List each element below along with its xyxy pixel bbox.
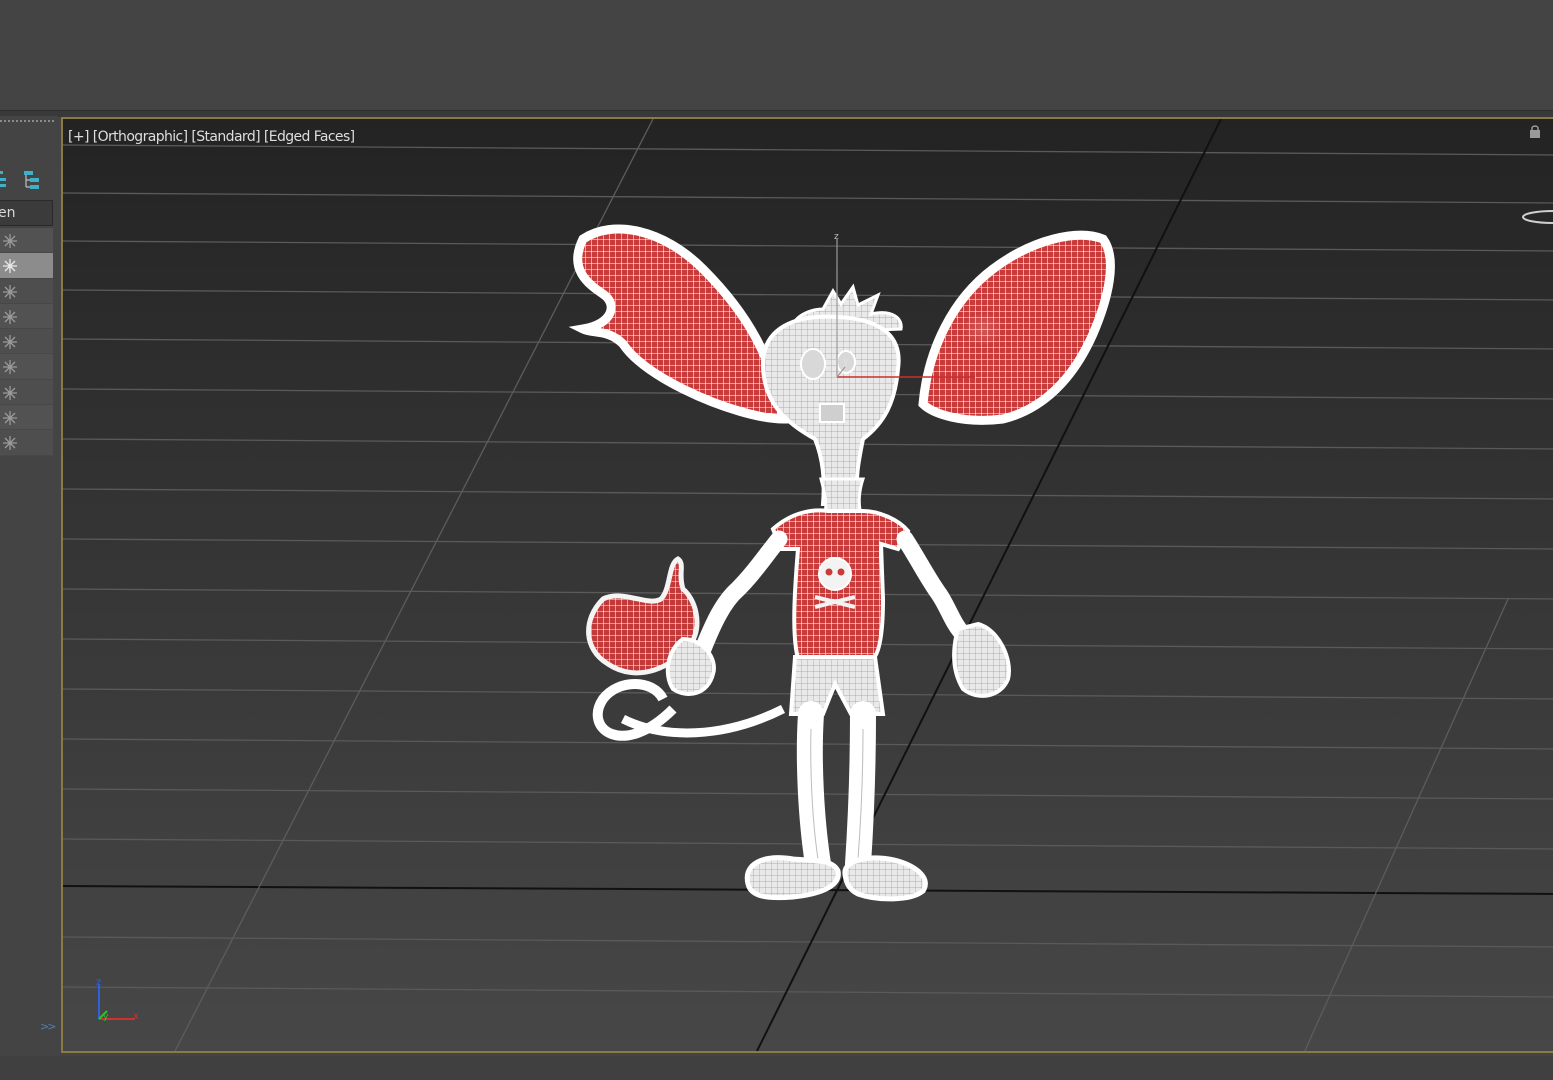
list-item[interactable] <box>0 278 53 304</box>
column-header[interactable]: en <box>0 200 53 226</box>
gizmo-z-label: z <box>834 232 839 242</box>
status-strip <box>0 1056 1553 1080</box>
gizmo-y-label: y <box>843 356 849 367</box>
list-item[interactable] <box>0 430 53 456</box>
list-item[interactable] <box>0 379 53 406</box>
snowflake-icon[interactable] <box>2 284 18 300</box>
tripod-z-label: z <box>96 977 101 988</box>
character-mesh[interactable] <box>568 224 1115 902</box>
toolbar-separator <box>0 110 1553 117</box>
axis-tripod: z y x <box>96 977 139 1022</box>
layer-explorer-icon[interactable] <box>22 170 42 194</box>
viewport-display-mode-menu[interactable]: [Edged Faces] <box>264 129 355 145</box>
lock-icon[interactable] <box>1528 124 1542 144</box>
viewport-view-menu[interactable]: [Orthographic] <box>93 129 188 145</box>
list-item[interactable] <box>0 354 53 380</box>
viewport-scene[interactable]: z y x z y x <box>63 119 1553 1053</box>
list-item[interactable] <box>0 303 53 330</box>
snowflake-icon[interactable] <box>2 334 18 350</box>
viewport-orthographic[interactable]: z y x z y x [+] [Orthographic] [Standard… <box>61 117 1553 1053</box>
snowflake-icon[interactable] <box>2 258 18 274</box>
viewport-menu-plus[interactable]: [+] <box>68 129 89 145</box>
panel-grip[interactable] <box>0 120 54 126</box>
list-item[interactable] <box>0 253 53 279</box>
scene-explorer-panel: en >> <box>0 116 58 1056</box>
hierarchy-icon[interactable] <box>0 170 8 192</box>
viewport-label: [+] [Orthographic] [Standard] [Edged Fac… <box>68 129 355 145</box>
snowflake-icon[interactable] <box>2 435 18 451</box>
snowflake-icon[interactable] <box>2 410 18 426</box>
gizmo-x-label: x <box>969 370 975 380</box>
expand-panel-icon[interactable]: >> <box>40 1020 57 1033</box>
list-item[interactable] <box>0 329 53 355</box>
tripod-y-label: y <box>103 1012 109 1022</box>
list-item[interactable] <box>0 228 53 254</box>
snowflake-icon[interactable] <box>2 359 18 375</box>
viewport-shading-menu[interactable]: [Standard] <box>191 129 260 145</box>
snowflake-icon[interactable] <box>2 309 18 325</box>
list-item[interactable] <box>0 405 53 431</box>
snowflake-icon[interactable] <box>2 385 18 401</box>
top-toolbar-area <box>0 0 1553 110</box>
scene-object-ring[interactable] <box>1522 210 1553 224</box>
scene-list <box>0 228 53 456</box>
snowflake-icon[interactable] <box>2 233 18 249</box>
tripod-x-label: x <box>133 1011 139 1022</box>
